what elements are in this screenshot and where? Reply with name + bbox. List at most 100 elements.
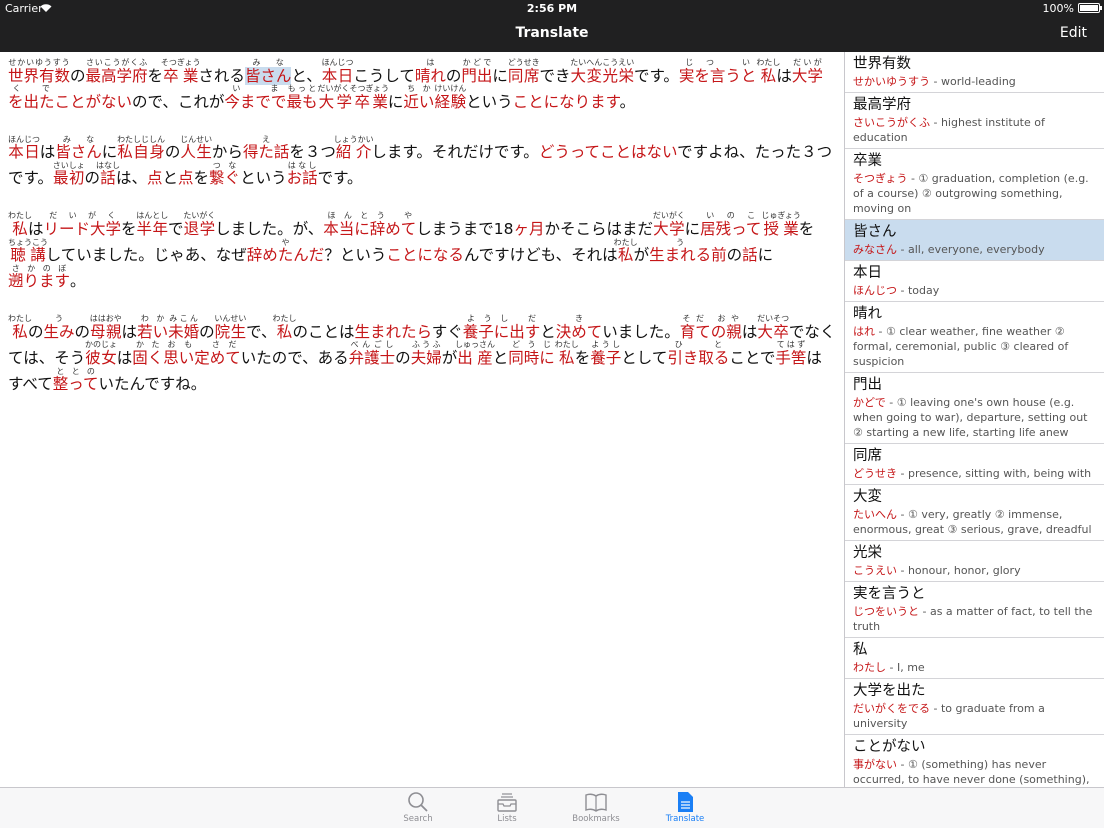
glossary-entry[interactable]: 卒業 そつぎょう - ① graduation, completion (e.g.… <box>845 149 1104 220</box>
glossary-entry[interactable]: 実を言うと じつをいうと - as a matter of fact, to te… <box>845 582 1104 638</box>
vocab-word[interactable]: 弁護士べんごし <box>349 340 396 367</box>
vocab-word[interactable]: 最高学府さいこうがくふ <box>86 58 148 85</box>
vocab-word[interactable]: 辞めたんだや <box>247 238 325 264</box>
vocab-word[interactable]: 遡りますさかのぼ <box>8 264 70 290</box>
vocab-word[interactable]: 生みう <box>44 314 75 341</box>
vocab-word[interactable]: 私わたし <box>756 58 780 85</box>
tab-lists[interactable]: Lists <box>477 791 537 824</box>
vocab-word[interactable]: 生まれたら <box>355 323 432 341</box>
entry-reading: かどで <box>853 396 886 409</box>
vocab-word[interactable]: 実を言うとじつ い <box>679 58 757 85</box>
vocab-word[interactable]: 得た話え <box>243 135 290 161</box>
vocab-word[interactable]: 話 <box>742 246 758 264</box>
glossary-entry[interactable]: 私わたし - I, me <box>845 638 1104 679</box>
vocab-word[interactable]: 大卒だいそつ <box>757 314 789 341</box>
vocab-word[interactable]: 人生じんせい <box>180 135 212 161</box>
vocab-word[interactable]: 今まででいま <box>224 84 286 111</box>
vocab-word[interactable]: 最初さいしょ <box>53 161 85 187</box>
vocab-word[interactable]: 若いわか <box>137 314 168 341</box>
vocab-word[interactable]: 私わたし <box>614 238 638 264</box>
vocab-word[interactable]: 養子ようし <box>590 340 621 367</box>
vocab-word[interactable]: 決めてき <box>556 314 603 341</box>
vocab-word[interactable]: 近いちか <box>403 84 434 111</box>
vocab-word[interactable]: 育ての親そだ おや <box>680 314 742 341</box>
vocab-word[interactable]: 引き取るひ と <box>667 340 729 367</box>
vocab-word[interactable]: 半年はんとし <box>136 211 168 238</box>
word-text: 卒業 <box>160 67 201 85</box>
vocab-word[interactable]: 院生いんせい <box>214 314 246 341</box>
vocab-word[interactable]: どうってことはない <box>539 143 677 161</box>
vocab-word[interactable]: 点 <box>147 169 163 187</box>
tab-label: Search <box>403 814 433 824</box>
vocab-word[interactable]: リード大学だいがく <box>44 211 122 238</box>
vocab-word[interactable]: 母親ははおや <box>90 314 122 341</box>
vocab-word[interactable]: 夫婦ふうふ <box>411 340 442 367</box>
tab-bookmarks[interactable]: Bookmarks <box>566 791 626 824</box>
glossary-entry[interactable]: 光栄 こうえい - honour, honor, glory <box>845 541 1104 582</box>
vocab-word[interactable]: 皆さんみな <box>55 135 102 161</box>
vocab-word[interactable]: 晴れは <box>415 58 446 85</box>
vocab-word[interactable]: 養子に出すようし だ <box>463 314 541 341</box>
vocab-word[interactable]: 大変たいへん <box>570 58 602 85</box>
vocab-word[interactable]: 私わたし <box>8 314 32 341</box>
vocab-word[interactable]: 本当に辞めてほんとう や <box>323 211 416 238</box>
vocab-word[interactable]: 居残っていのこ <box>700 211 761 238</box>
glossary-entry[interactable]: 大変 たいへん - ① very, greatly ② immense, enor… <box>845 485 1104 541</box>
glossary-entry[interactable]: 晴れ はれ - ① clear weather, fine weather ② f… <box>845 302 1104 373</box>
furigana: ほんじつ <box>8 135 40 144</box>
glossary-entry[interactable]: 門出 かどで - ① leaving one's own house (e.g. … <box>845 373 1104 444</box>
vocab-word[interactable]: 固くかた <box>132 340 163 367</box>
entry-reading: わたし <box>853 661 886 674</box>
vocab-word[interactable]: ヶ月 <box>514 220 545 238</box>
vocab-word[interactable]: ことになります <box>513 93 620 111</box>
translation-text-area[interactable]: 世界有数せかいゆうすうの最高学府さいこうがくふを卒業そつぎょうされる皆さんみなと… <box>0 52 844 787</box>
vocab-word[interactable]: 繋ぐつな <box>209 161 240 187</box>
vocab-word[interactable]: ことになる <box>386 246 464 264</box>
vocab-word[interactable]: 本日ほんじつ <box>322 58 354 85</box>
vocab-word[interactable]: 経験けいけん <box>434 84 466 111</box>
vocab-word[interactable]: 同席どうせき <box>508 58 540 85</box>
glossary-entry[interactable]: 本日 ほんじつ - today <box>845 261 1104 302</box>
vocab-word[interactable]: 大学だいがく <box>653 211 685 238</box>
vocab-word[interactable]: 卒業そつぎょう <box>160 58 201 85</box>
vocab-word[interactable]: 前 <box>711 246 727 264</box>
vocab-word[interactable]: 思い定めておも さだ <box>163 340 241 367</box>
vocab-word[interactable]: 皆さんみな <box>244 58 292 85</box>
glossary-entry[interactable]: ことがない 事がない - ① (something) has never occu… <box>845 735 1104 787</box>
vocab-word[interactable]: 世界有数せかいゆうすう <box>8 58 70 85</box>
glossary-entry[interactable]: 同席 どうせき - presence, sitting with, being w… <box>845 444 1104 485</box>
vocab-word[interactable]: 生まれるう <box>649 238 711 264</box>
vocab-word[interactable]: 話はなし <box>96 161 120 187</box>
vocab-word[interactable]: 点 <box>178 169 194 187</box>
vocab-word[interactable]: 私わたし <box>273 314 297 341</box>
vocab-word[interactable]: 手筈てはず <box>775 340 806 367</box>
vocab-word[interactable]: 授業じゅぎょう <box>761 211 801 238</box>
vocab-word[interactable]: 最ももっと <box>286 84 317 111</box>
vocab-word[interactable]: 退学たいがく <box>183 211 215 238</box>
vocab-word[interactable]: 紹介しょうかい <box>334 135 374 161</box>
vocab-word[interactable]: 大学卒業だいがくそつぎょう <box>317 84 389 111</box>
glossary-entry[interactable]: 世界有数 せかいゆうすう - world-leading <box>845 52 1104 93</box>
plain-text: の <box>70 67 86 85</box>
vocab-word[interactable]: 聴講ちょうこう <box>8 238 48 264</box>
vocab-word[interactable]: ことがない <box>55 93 133 111</box>
vocab-word[interactable]: お話はなし <box>287 161 318 187</box>
vocab-word[interactable]: 門出かどで <box>461 58 492 85</box>
glossary-entry[interactable]: 大学を出た だいがくをでる - to graduate from a univer… <box>845 679 1104 735</box>
vocab-word[interactable]: 本日ほんじつ <box>8 135 40 161</box>
vocab-word[interactable]: 出産しゅっさん <box>455 340 495 367</box>
tab-translate[interactable]: Translate <box>655 791 715 824</box>
vocab-word[interactable]: 未婚みこん <box>168 314 199 341</box>
vocab-word[interactable]: 光栄こうえい <box>602 58 634 85</box>
vocab-word[interactable]: 私わたし <box>555 340 579 367</box>
edit-button[interactable]: Edit <box>1060 25 1087 41</box>
tab-search[interactable]: Search <box>388 791 448 824</box>
glossary-entry[interactable]: 皆さん みなさん - all, everyone, everybody <box>845 220 1104 261</box>
glossary-entry[interactable]: 最高学府 さいこうがくふ - highest institute of educa… <box>845 93 1104 149</box>
vocab-word[interactable]: 彼女かのじょ <box>85 340 117 367</box>
glossary-list[interactable]: 世界有数 せかいゆうすう - world-leading 最高学府 さいこうがくふ -… <box>845 52 1104 787</box>
vocab-word[interactable]: 私自身わたしじしん <box>117 135 165 161</box>
vocab-word[interactable]: 整ってととの <box>53 367 99 393</box>
vocab-word[interactable]: 同時にどうじ <box>508 340 555 367</box>
vocab-word[interactable]: 私わたし <box>8 211 32 238</box>
